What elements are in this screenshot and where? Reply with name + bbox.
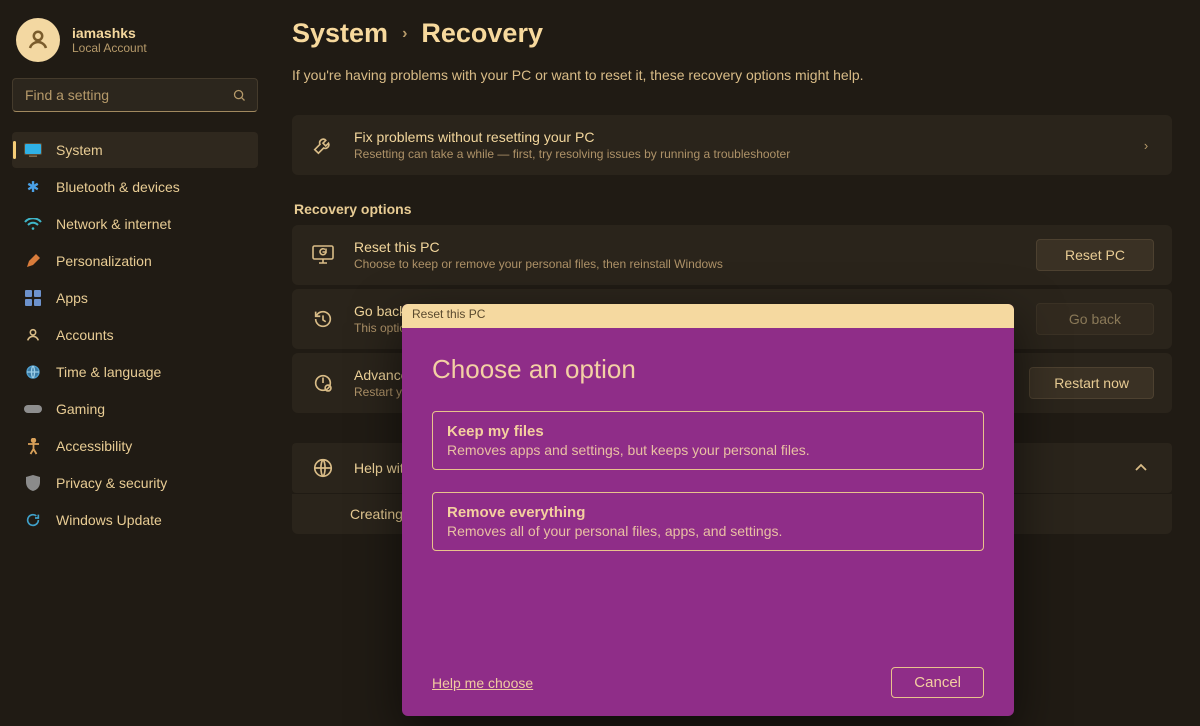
sidebar-item-accounts[interactable]: Accounts <box>12 317 258 353</box>
help-globe-icon <box>310 457 336 479</box>
breadcrumb: System › Recovery <box>292 18 1172 49</box>
sidebar-item-privacy[interactable]: Privacy & security <box>12 465 258 501</box>
page-subtitle: If you're having problems with your PC o… <box>292 67 1172 83</box>
restart-now-button[interactable]: Restart now <box>1029 367 1154 399</box>
reset-pc-card: Reset this PC Choose to keep or remove y… <box>292 225 1172 285</box>
sidebar-item-personalization[interactable]: Personalization <box>12 243 258 279</box>
bluetooth-icon: ✱ <box>24 178 42 196</box>
sidebar-item-label: Time & language <box>56 364 161 380</box>
sidebar-item-label: Apps <box>56 290 88 306</box>
card-title: Reset this PC <box>354 239 1018 255</box>
search-input[interactable] <box>25 87 223 103</box>
person-icon <box>26 28 50 52</box>
chevron-up-icon <box>1128 463 1154 473</box>
apps-icon <box>24 289 42 307</box>
help-me-choose-link[interactable]: Help me choose <box>432 675 533 691</box>
card-subtitle: Choose to keep or remove your personal f… <box>354 257 1018 271</box>
sidebar-item-label: Privacy & security <box>56 475 167 491</box>
globe-icon <box>24 363 42 381</box>
card-subtitle: Resetting can take a while — first, try … <box>354 147 1120 161</box>
sidebar-item-gaming[interactable]: Gaming <box>12 391 258 427</box>
option-subtitle: Removes all of your personal files, apps… <box>447 523 969 539</box>
sidebar-item-time[interactable]: Time & language <box>12 354 258 390</box>
system-icon <box>24 141 42 159</box>
sidebar: iamashks Local Account System ✱ Bluetoot… <box>0 0 270 726</box>
sidebar-item-label: Accounts <box>56 327 114 343</box>
profile-subtitle: Local Account <box>72 41 147 55</box>
sidebar-item-label: Accessibility <box>56 438 132 454</box>
option-keep-files[interactable]: Keep my files Removes apps and settings,… <box>432 411 984 470</box>
network-icon <box>24 215 42 233</box>
accounts-icon <box>24 326 42 344</box>
profile-block[interactable]: iamashks Local Account <box>12 12 258 72</box>
monitor-refresh-icon <box>310 245 336 265</box>
sidebar-item-update[interactable]: Windows Update <box>12 502 258 538</box>
history-icon <box>310 308 336 330</box>
chevron-right-icon: › <box>1138 138 1154 153</box>
section-recovery-options: Recovery options <box>294 201 1172 217</box>
cancel-button[interactable]: Cancel <box>891 667 984 698</box>
wrench-icon <box>310 134 336 156</box>
search-icon <box>232 88 247 103</box>
gaming-icon <box>24 400 42 418</box>
sidebar-item-label: Personalization <box>56 253 152 269</box>
sidebar-item-network[interactable]: Network & internet <box>12 206 258 242</box>
sidebar-item-label: Windows Update <box>56 512 162 528</box>
breadcrumb-parent[interactable]: System <box>292 18 388 49</box>
option-remove-everything[interactable]: Remove everything Removes all of your pe… <box>432 492 984 551</box>
sidebar-item-label: System <box>56 142 103 158</box>
chevron-right-icon: › <box>402 25 407 43</box>
avatar <box>16 18 60 62</box>
power-gear-icon <box>310 372 336 394</box>
profile-name: iamashks <box>72 25 147 41</box>
reset-pc-dialog: Reset this PC Choose an option Keep my f… <box>402 304 1014 716</box>
option-title: Remove everything <box>447 504 969 521</box>
sidebar-item-apps[interactable]: Apps <box>12 280 258 316</box>
search-box[interactable] <box>12 78 258 112</box>
dialog-title-bar: Reset this PC <box>402 304 1014 328</box>
fix-problems-card[interactable]: Fix problems without resetting your PC R… <box>292 115 1172 175</box>
shield-icon <box>24 474 42 492</box>
go-back-button[interactable]: Go back <box>1036 303 1154 335</box>
reset-pc-button[interactable]: Reset PC <box>1036 239 1154 271</box>
personalization-icon <box>24 252 42 270</box>
accessibility-icon <box>24 437 42 455</box>
sidebar-item-bluetooth[interactable]: ✱ Bluetooth & devices <box>12 169 258 205</box>
option-title: Keep my files <box>447 423 969 440</box>
option-subtitle: Removes apps and settings, but keeps you… <box>447 442 969 458</box>
breadcrumb-current: Recovery <box>421 18 543 49</box>
sidebar-item-label: Gaming <box>56 401 105 417</box>
sidebar-item-accessibility[interactable]: Accessibility <box>12 428 258 464</box>
sidebar-item-label: Network & internet <box>56 216 171 232</box>
sidebar-item-label: Bluetooth & devices <box>56 179 180 195</box>
sidebar-item-system[interactable]: System <box>12 132 258 168</box>
dialog-heading: Choose an option <box>432 354 984 385</box>
update-icon <box>24 511 42 529</box>
card-title: Fix problems without resetting your PC <box>354 129 1120 145</box>
sidebar-nav: System ✱ Bluetooth & devices Network & i… <box>12 132 258 538</box>
